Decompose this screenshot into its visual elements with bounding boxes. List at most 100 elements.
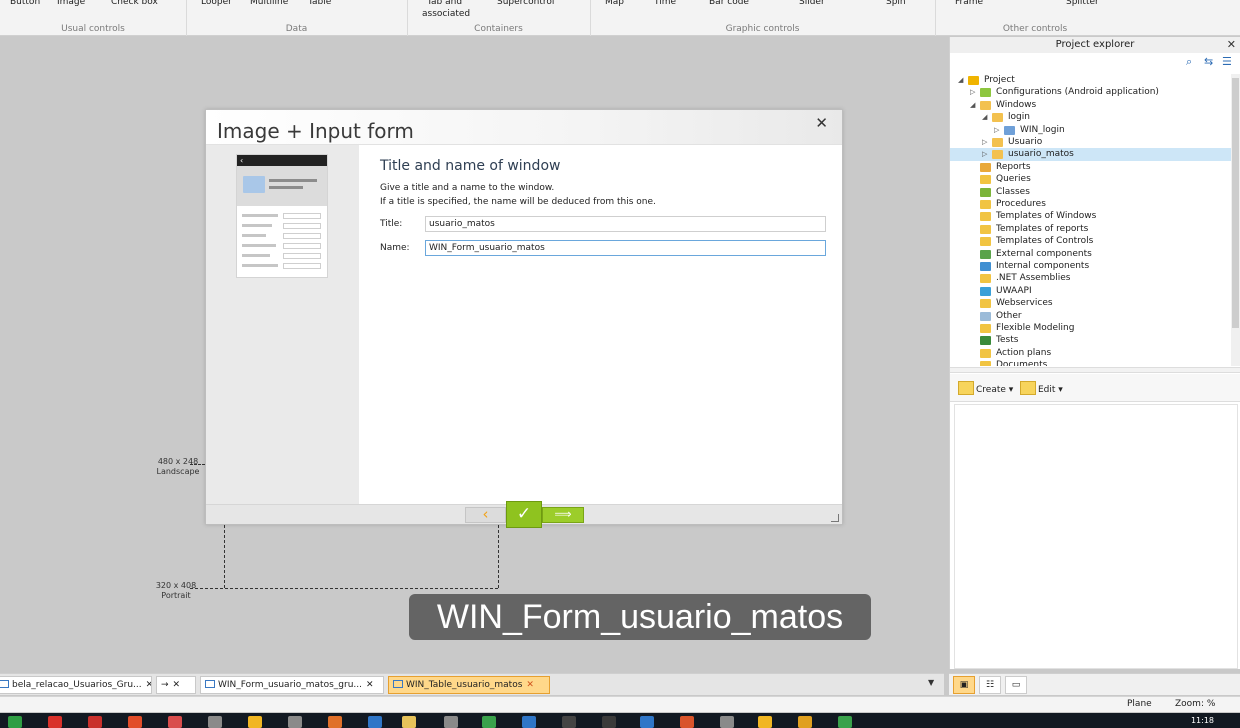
tree-item[interactable]: Webservices (950, 297, 1232, 310)
taskbar-app-icon[interactable] (288, 716, 302, 728)
next-button[interactable]: ⟹ (542, 507, 584, 523)
tree-item[interactable]: UWAAPI (950, 285, 1232, 298)
taskbar-app-icon[interactable] (798, 716, 812, 728)
ribbon-control-image[interactable]: Image (57, 0, 85, 7)
explorer-splitter[interactable] (950, 367, 1240, 373)
tree-item[interactable]: Flexible Modeling (950, 322, 1232, 335)
taskbar-app-icon[interactable] (640, 716, 654, 728)
taskbar-app-icon[interactable] (838, 716, 852, 728)
taskbar-app-icon[interactable] (88, 716, 102, 728)
analysis-tab-icon[interactable]: ☷ (979, 676, 1001, 694)
ribbon-control-associated[interactable]: associated (422, 9, 470, 19)
ribbon-control-table[interactable]: Table (308, 0, 331, 7)
document-tab[interactable]: → ✕ (156, 676, 196, 694)
ribbon-control-multiline[interactable]: Multiline (250, 0, 288, 7)
tree-item[interactable]: ▷ WIN_login (950, 124, 1232, 137)
tab-close-icon[interactable]: ✕ (173, 680, 181, 690)
taskbar-app-icon[interactable] (368, 716, 382, 728)
taskbar-app-icon[interactable] (602, 716, 616, 728)
taskbar-app-icon[interactable] (48, 716, 62, 728)
project-tree[interactable]: ◢ Project ▷ Configurations (Android applica… (950, 74, 1232, 366)
tree-item[interactable]: Templates of Windows (950, 210, 1232, 223)
project-explorer-tab-icon[interactable]: ▣ (953, 676, 975, 694)
tree-item[interactable]: Queries (950, 173, 1232, 186)
ribbon-control-bar-code[interactable]: Bar code (709, 0, 749, 7)
finish-button[interactable]: ✓ (506, 501, 542, 528)
tree-item[interactable]: Classes (950, 186, 1232, 199)
tree-item[interactable]: ◢ Windows (950, 99, 1232, 112)
edit-button[interactable]: Edit ▾ (1020, 381, 1063, 395)
filter-icon[interactable]: ☰ (1222, 55, 1232, 68)
taskbar-app-icon[interactable] (522, 716, 536, 728)
tree-item[interactable]: External components (950, 248, 1232, 261)
ribbon-control-slider[interactable]: Slider (799, 0, 825, 7)
tabs-menu-icon[interactable]: ▼ (928, 678, 934, 687)
name-input[interactable] (425, 240, 826, 256)
taskbar-app-icon[interactable] (8, 716, 22, 728)
tree-item[interactable]: Procedures (950, 198, 1232, 211)
tree-item[interactable]: ▷ Usuario (950, 136, 1232, 149)
taskbar-app-icon[interactable] (680, 716, 694, 728)
tree-expander-icon[interactable]: ▷ (982, 136, 987, 148)
tree-expander-icon[interactable]: ◢ (970, 99, 975, 111)
taskbar-app-icon[interactable] (128, 716, 142, 728)
tree-item[interactable]: .NET Assemblies (950, 272, 1232, 285)
explorer-close-icon[interactable]: ✕ (1227, 37, 1236, 53)
tab-close-icon[interactable]: ✕ (146, 680, 151, 690)
tree-item[interactable]: ◢ login (950, 111, 1232, 124)
tree-item[interactable]: ▷ Configurations (Android application) (950, 86, 1232, 99)
ribbon-control-time[interactable]: Time (654, 0, 676, 7)
taskbar-app-icon[interactable] (482, 716, 496, 728)
ribbon-control-check-box[interactable]: Check box (111, 0, 158, 7)
tree-expander-icon[interactable]: ▷ (970, 86, 975, 98)
tree-item[interactable]: Reports (950, 161, 1232, 174)
taskbar-app-icon[interactable] (208, 716, 222, 728)
tree-item[interactable]: Action plans (950, 347, 1232, 360)
document-tab[interactable]: WIN_Table_usuario_matos ✕ (388, 676, 550, 694)
tree-expander-icon[interactable]: ◢ (958, 74, 963, 86)
sync-icon[interactable]: ⇆ (1204, 55, 1213, 68)
taskbar-app-icon[interactable] (402, 716, 416, 728)
tab-close-icon[interactable]: ✕ (526, 680, 534, 690)
taskbar-app-icon[interactable] (562, 716, 576, 728)
tree-item[interactable]: Documents (950, 359, 1232, 366)
window-tab-icon[interactable]: ▭ (1005, 676, 1027, 694)
resize-grip-icon[interactable] (831, 514, 839, 522)
taskbar-app-icon[interactable] (720, 716, 734, 728)
previous-button[interactable]: ‹ (465, 507, 506, 523)
ribbon-control-frame[interactable]: Frame (955, 0, 983, 7)
tab-close-icon[interactable]: ✕ (366, 680, 374, 690)
taskbar-app-icon[interactable] (168, 716, 182, 728)
tree-item[interactable]: ◢ Project (950, 74, 1232, 87)
taskbar-app-icon[interactable] (248, 716, 262, 728)
ribbon-control-spin[interactable]: Spin (886, 0, 906, 7)
wizard-close-button[interactable]: ✕ (815, 114, 828, 132)
taskbar-app-icon[interactable] (444, 716, 458, 728)
tree-item[interactable]: Other (950, 310, 1232, 323)
tree-item[interactable]: ▷ usuario_matos (950, 148, 1232, 161)
tree-item[interactable]: Tests (950, 334, 1232, 347)
taskbar-clock[interactable]: 11:18 (1191, 716, 1214, 725)
zoom-indicator[interactable]: Zoom: % (1175, 699, 1215, 709)
document-tab[interactable]: bela_relacao_Usuarios_Gru... ✕ (0, 676, 152, 694)
taskbar-app-icon[interactable] (758, 716, 772, 728)
tree-expander-icon[interactable]: ▷ (994, 124, 999, 136)
plane-indicator[interactable]: Plane (1127, 699, 1152, 709)
create-button[interactable]: Create ▾ (958, 381, 1013, 395)
ribbon-control-splitter[interactable]: Splitter (1066, 0, 1099, 7)
search-icon[interactable]: ⌕ (1186, 55, 1192, 69)
taskbar-app-icon[interactable] (328, 716, 342, 728)
tree-item[interactable]: Internal components (950, 260, 1232, 273)
ribbon-control-looper[interactable]: Looper (201, 0, 232, 7)
ribbon-control-supercontrol[interactable]: Supercontrol (497, 0, 554, 7)
document-tab[interactable]: WIN_Form_usuario_matos_gru... ✕ (200, 676, 384, 694)
tree-scrollbar-thumb[interactable] (1232, 78, 1239, 328)
ribbon-control-button[interactable]: Button (10, 0, 40, 7)
ribbon-control-map[interactable]: Map (605, 0, 624, 7)
ribbon-control-tab-and[interactable]: Tab and (427, 0, 462, 7)
tree-expander-icon[interactable]: ▷ (982, 148, 987, 160)
tree-scrollbar[interactable] (1231, 74, 1240, 366)
tree-item[interactable]: Templates of Controls (950, 235, 1232, 248)
title-input[interactable] (425, 216, 826, 232)
tree-expander-icon[interactable]: ◢ (982, 111, 987, 123)
